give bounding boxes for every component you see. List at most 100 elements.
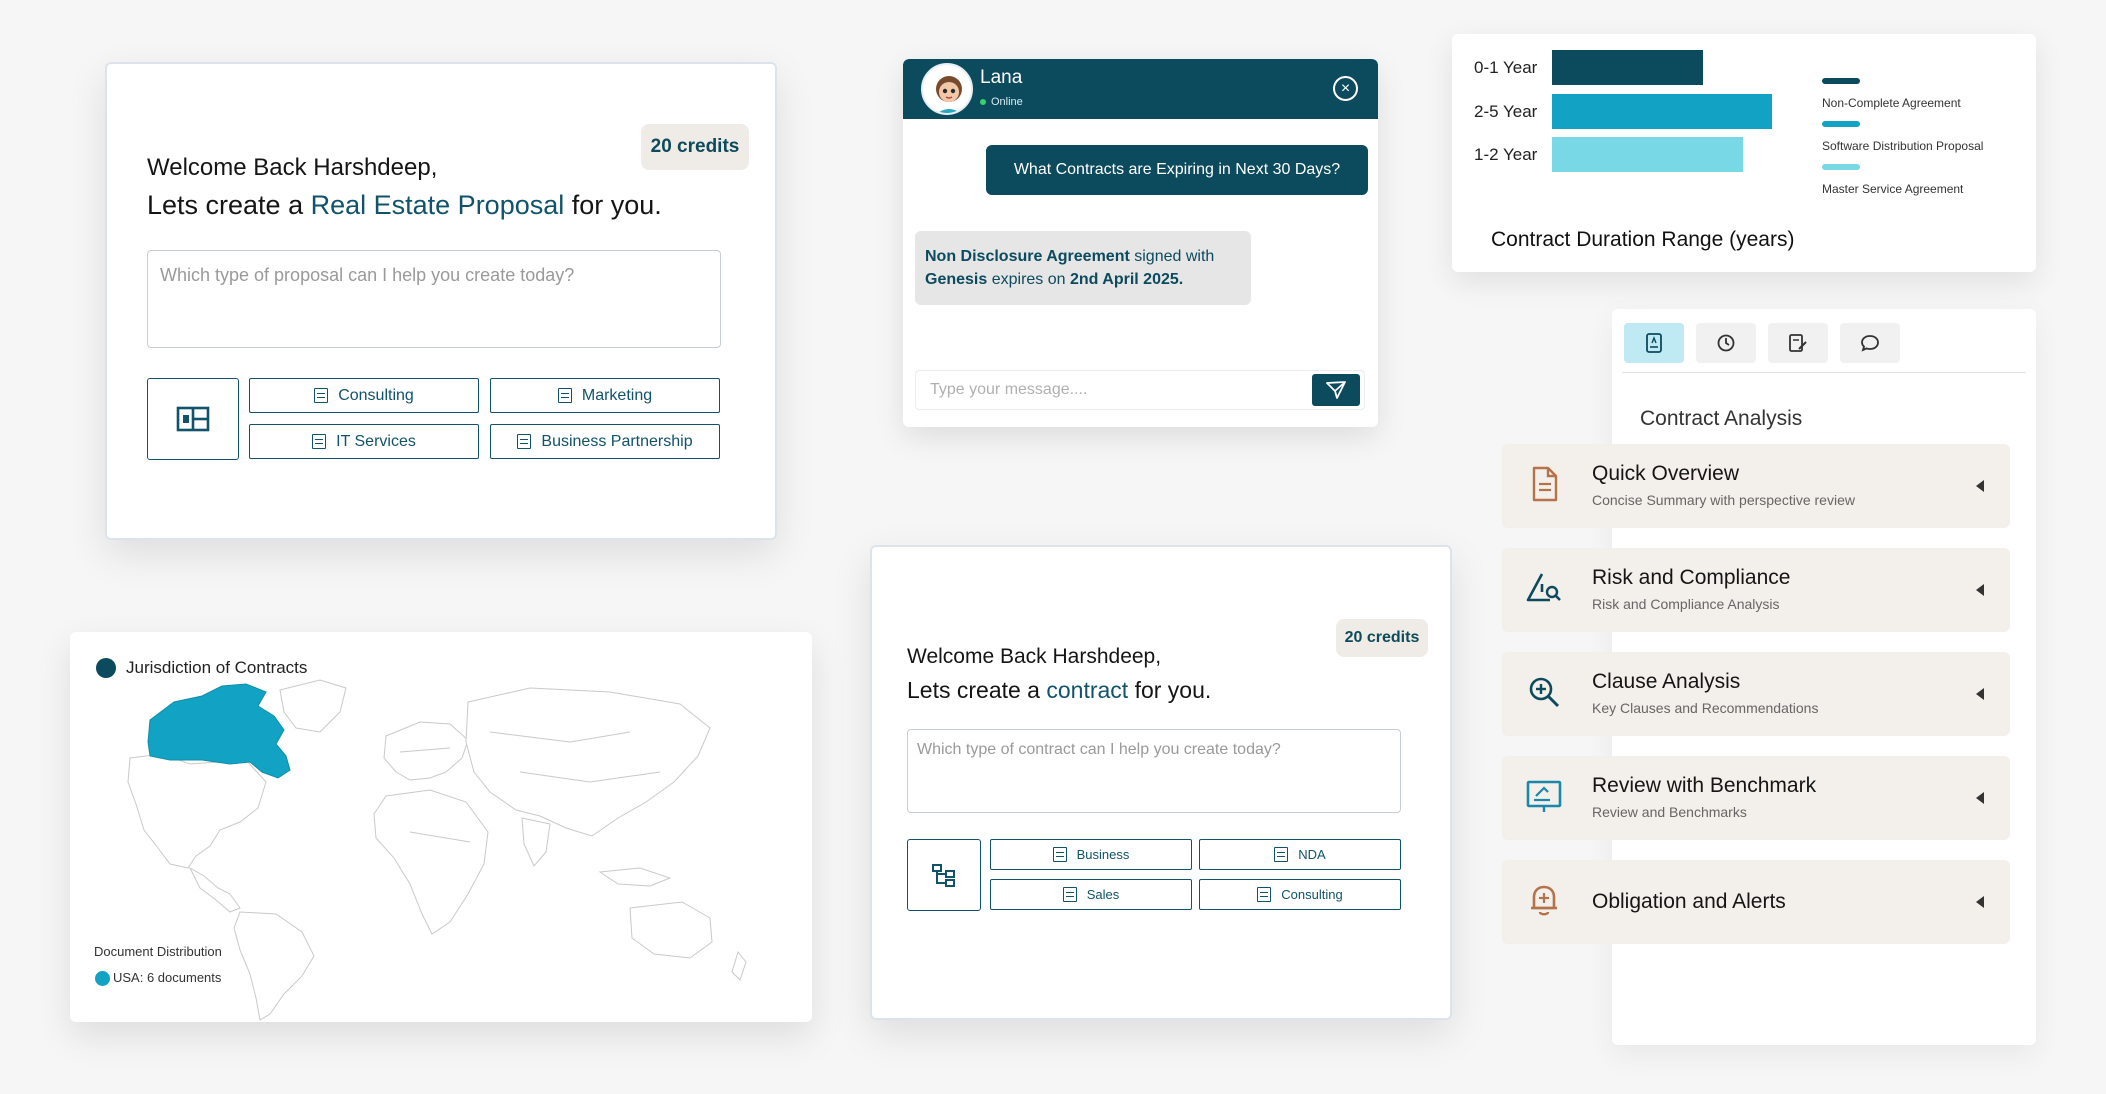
chip-it-services[interactable]: IT Services xyxy=(249,424,479,459)
chat-widget: Lana Online × What Contracts are Expirin… xyxy=(903,59,1378,427)
bot-message: Non Disclosure Agreement signed with Gen… xyxy=(915,231,1251,305)
item-title: Review with Benchmark xyxy=(1592,774,1817,797)
legend-label: Master Service Agreement xyxy=(1822,182,1964,196)
chip-consulting[interactable]: Consulting xyxy=(249,378,479,413)
item-subtitle: Risk and Compliance Analysis xyxy=(1592,596,1780,612)
agent-avatar xyxy=(921,63,973,115)
agent-avatar-icon xyxy=(936,76,962,113)
welcome-text: Welcome Back Harshdeep, xyxy=(147,154,438,181)
legend-swatch xyxy=(1822,164,1860,170)
create-headline: Lets create a Real Estate Proposal for y… xyxy=(147,190,662,221)
send-icon xyxy=(1326,381,1346,399)
africa-shape xyxy=(373,789,489,935)
panel-title: Contract Analysis xyxy=(1640,407,1803,430)
chip-label: Business xyxy=(1076,847,1130,862)
headline-prefix: Lets create a xyxy=(907,677,1047,703)
close-chat-button[interactable]: × xyxy=(1333,76,1358,101)
bot-message-date: 2nd April 2025. xyxy=(1069,271,1184,288)
chip-business-partnership[interactable]: Business Partnership xyxy=(490,424,720,459)
legend-swatch xyxy=(1822,78,1860,84)
item-subtitle: Concise Summary with perspective review xyxy=(1592,492,1855,508)
central-america-shape xyxy=(188,866,241,913)
caret-left-icon xyxy=(1976,584,1984,596)
analysis-item-quick-overview[interactable]: Quick Overview Concise Summary with pers… xyxy=(1502,444,2010,528)
tab-divider xyxy=(1622,372,2026,373)
legend-swatch xyxy=(1822,121,1860,127)
bar xyxy=(1552,94,1773,129)
history-icon xyxy=(1717,334,1735,352)
bar-label: 0-1 Year xyxy=(1474,58,1538,77)
document-icon xyxy=(314,388,329,403)
zoom-search-icon xyxy=(1529,677,1560,708)
bar-label: 2-5 Year xyxy=(1474,102,1538,121)
close-icon: × xyxy=(1340,79,1351,97)
contract-card: 20 credits Welcome Back Harshdeep, Lets … xyxy=(870,545,1452,1020)
headline-accent: contract xyxy=(1046,677,1129,703)
headline-accent: Real Estate Proposal xyxy=(310,190,565,220)
tab-chat[interactable] xyxy=(1840,323,1900,363)
chart-title: Contract Duration Range (years) xyxy=(1491,228,1795,251)
online-status-dot xyxy=(980,99,986,105)
chip-nda[interactable]: NDA xyxy=(1199,839,1401,870)
headline-suffix: for you. xyxy=(564,190,662,220)
analysis-item-review-benchmark[interactable]: Review with Benchmark Review and Benchma… xyxy=(1502,756,2010,840)
headline-suffix: for you. xyxy=(1128,677,1212,703)
bot-message-party: Genesis xyxy=(925,271,988,288)
item-subtitle: Review and Benchmarks xyxy=(1592,804,1747,820)
analysis-item-clause-analysis[interactable]: Clause Analysis Key Clauses and Recommen… xyxy=(1502,652,2010,736)
chip-marketing[interactable]: Marketing xyxy=(490,378,720,413)
item-title: Risk and Compliance xyxy=(1592,566,1791,589)
document-icon xyxy=(1274,847,1289,862)
template-button[interactable] xyxy=(907,839,981,911)
user-message: What Contracts are Expiring in Next 30 D… xyxy=(986,145,1368,195)
proposal-prompt-input[interactable]: Which type of proposal can I help you cr… xyxy=(147,250,721,348)
presentation-review-icon xyxy=(1526,780,1562,812)
item-title: Clause Analysis xyxy=(1592,670,1741,693)
contract-prompt-input[interactable]: Which type of contract can I help you cr… xyxy=(907,729,1401,813)
template-button[interactable] xyxy=(147,378,239,460)
chip-label: Business Partnership xyxy=(541,432,693,450)
chip-label: Marketing xyxy=(581,386,653,404)
send-message-button[interactable] xyxy=(1312,374,1360,406)
credits-badge: 20 credits xyxy=(641,124,749,170)
welcome-text: Welcome Back Harshdeep, xyxy=(907,645,1162,668)
item-subtitle: Key Clauses and Recommendations xyxy=(1592,700,1819,716)
document-icon xyxy=(517,434,532,449)
tab-history[interactable] xyxy=(1696,323,1756,363)
analysis-item-risk-compliance[interactable]: Risk and Compliance Risk and Compliance … xyxy=(1502,548,2010,632)
chat-message-input[interactable]: Type your message.... xyxy=(915,370,1365,410)
legend-heading: Document Distribution xyxy=(94,944,222,959)
create-headline: Lets create a contract for you. xyxy=(907,677,1211,704)
bell-alert-icon xyxy=(1531,885,1557,916)
caret-left-icon xyxy=(1976,792,1984,804)
document-icon xyxy=(557,388,572,403)
analysis-item-obligation-alerts[interactable]: Obligation and Alerts xyxy=(1502,860,2010,944)
chip-sales[interactable]: Sales xyxy=(990,879,1192,910)
south-america-shape xyxy=(233,911,315,1021)
proposal-card: 20 credits Welcome Back Harshdeep, Lets … xyxy=(105,62,777,540)
duration-chart-card: 0-1 Year 2-5 Year 1-2 Year Non-Complete Ag… xyxy=(1452,34,2036,272)
document-icon xyxy=(1257,887,1272,902)
legend-item: USA: 6 documents xyxy=(113,970,222,985)
chip-business[interactable]: Business xyxy=(990,839,1192,870)
ai-document-icon xyxy=(1646,333,1662,353)
chip-consulting[interactable]: Consulting xyxy=(1199,879,1401,910)
chat-header: Lana Online × xyxy=(903,59,1378,119)
jurisdiction-map-card: Jurisdiction of Contracts Document Distr… xyxy=(70,632,812,1022)
chip-label: NDA xyxy=(1298,847,1326,862)
europe-shape xyxy=(383,721,469,781)
caret-left-icon xyxy=(1976,896,1984,908)
hierarchy-icon xyxy=(932,864,955,887)
item-title: Quick Overview xyxy=(1592,462,1740,485)
warning-search-icon xyxy=(1526,573,1561,602)
agent-name: Lana xyxy=(980,67,1023,88)
new-zealand-shape xyxy=(731,950,747,981)
caret-left-icon xyxy=(1976,480,1984,492)
chip-label: IT Services xyxy=(336,432,416,450)
australia-shape xyxy=(629,901,713,959)
item-title: Obligation and Alerts xyxy=(1592,890,1786,913)
india-shape xyxy=(521,817,551,867)
chat-bubble-icon xyxy=(1861,335,1879,352)
tab-ai-analysis[interactable] xyxy=(1624,323,1684,363)
tab-edit[interactable] xyxy=(1768,323,1828,363)
